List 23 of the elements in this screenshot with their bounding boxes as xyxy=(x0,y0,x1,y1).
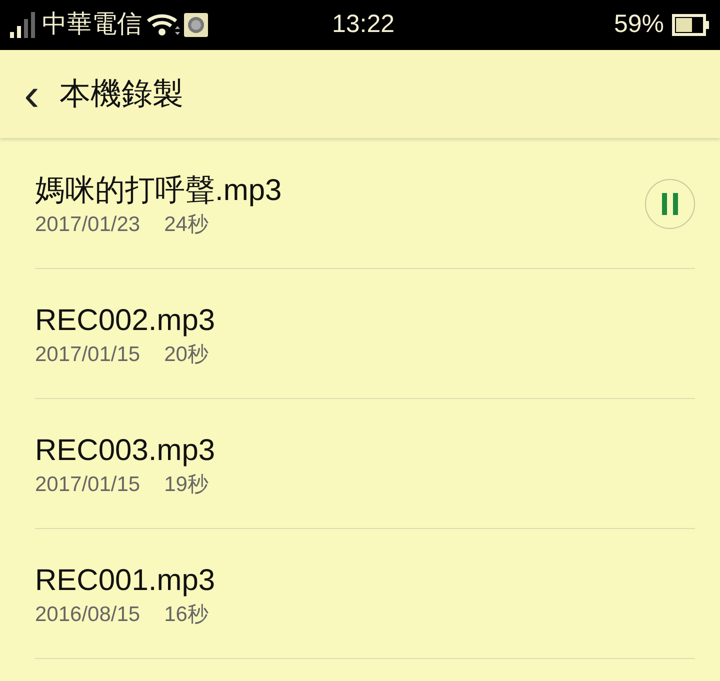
wifi-icon xyxy=(146,12,180,38)
clock-time: 13:22 xyxy=(332,10,395,38)
recording-date: 2016/08/15 xyxy=(35,602,140,628)
pause-button[interactable] xyxy=(645,178,695,228)
file-name[interactable]: REC003.mp3 xyxy=(35,432,695,469)
recording-date: 2017/01/23 xyxy=(35,212,140,238)
file-name[interactable]: 媽咪的打呼聲.mp3 xyxy=(35,172,645,209)
carrier-name: 中華電信 xyxy=(42,9,142,40)
back-button[interactable]: ‹ xyxy=(20,71,44,117)
file-name[interactable]: REC002.mp3 xyxy=(35,302,695,339)
recording-duration: 24秒 xyxy=(164,212,208,238)
pause-icon xyxy=(660,192,680,214)
battery-icon xyxy=(672,14,710,36)
page-title: 本機錄製 xyxy=(59,74,184,113)
signal-icon xyxy=(10,12,38,38)
recording-duration: 20秒 xyxy=(164,342,208,368)
file-name[interactable]: REC001.mp3 xyxy=(35,562,695,599)
recording-date: 2017/01/15 xyxy=(35,342,140,368)
battery-percent: 59% xyxy=(614,9,664,40)
recording-date: 2017/01/15 xyxy=(35,472,140,498)
recording-duration: 16秒 xyxy=(164,602,208,628)
app-notification-icon xyxy=(184,13,208,37)
recording-duration: 19秒 xyxy=(164,472,208,498)
